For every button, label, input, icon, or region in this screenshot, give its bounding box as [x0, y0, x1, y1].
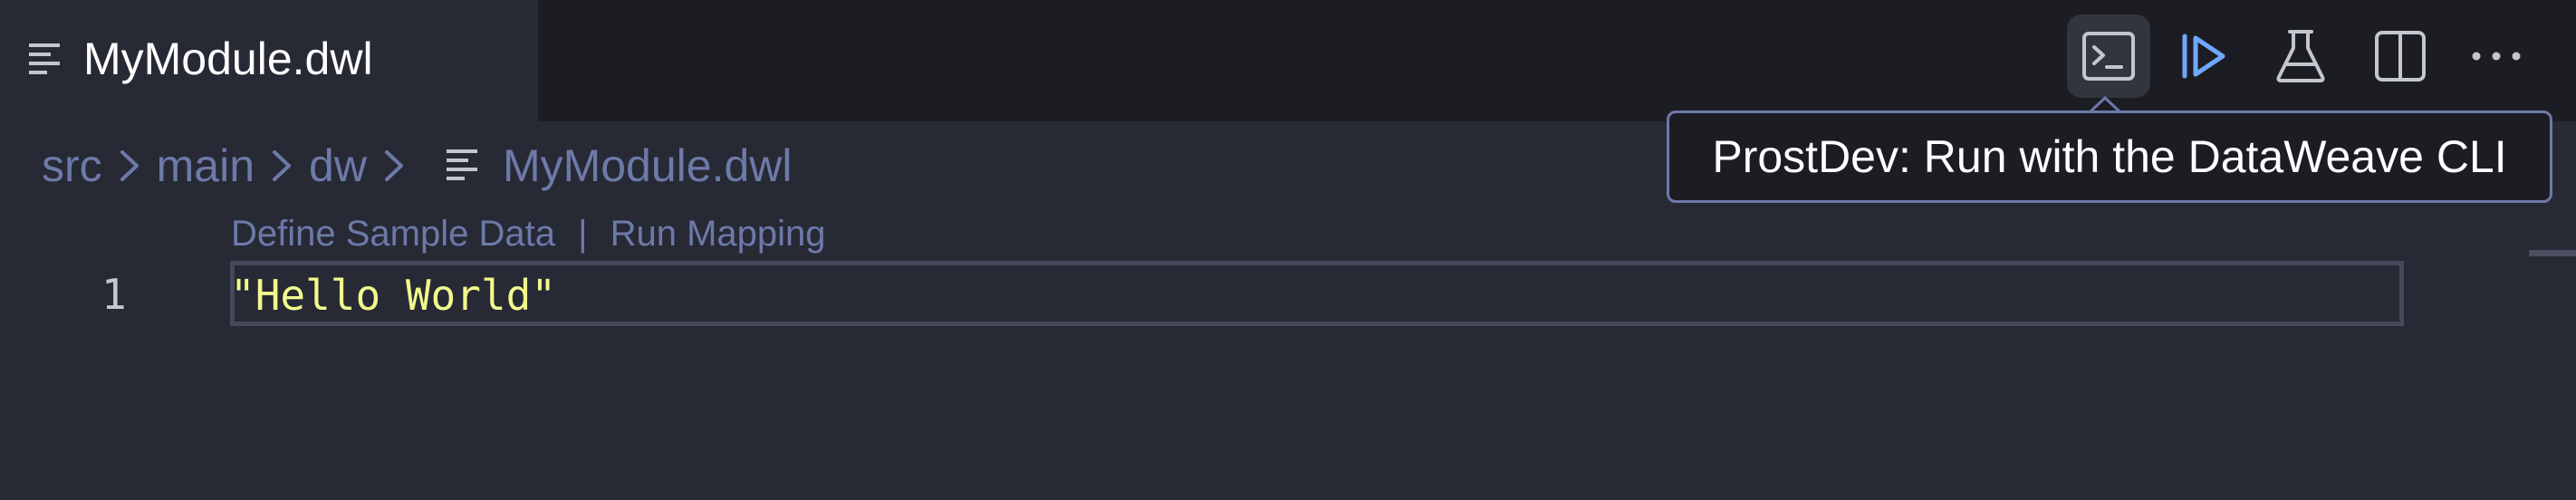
breadcrumb-item-src[interactable]: src [42, 139, 102, 192]
tab-mymodule[interactable]: MyModule.dwl [0, 0, 538, 121]
run-button[interactable] [2161, 14, 2244, 98]
chevron-right-icon [384, 150, 403, 181]
breadcrumb-item-main[interactable]: main [157, 139, 255, 192]
tab-bar: MyModule.dwl [0, 0, 2576, 121]
tooltip: ProstDev: Run with the DataWeave CLI [1667, 111, 2552, 203]
tab-title: MyModule.dwl [83, 34, 373, 84]
run-debug-icon [2182, 34, 2225, 79]
codelens: Define Sample Data | Run Mapping [231, 208, 826, 259]
define-sample-data-link[interactable]: Define Sample Data [231, 208, 555, 259]
breadcrumb-item-dw[interactable]: dw [309, 139, 367, 192]
breadcrumb-file[interactable]: MyModule.dwl [503, 139, 793, 192]
editor-window: MyModule.dwl src main dw MyModule.dwl De… [0, 0, 2576, 500]
tooltip-text: ProstDev: Run with the DataWeave CLI [1712, 131, 2507, 182]
file-lines-icon [29, 43, 60, 74]
file-lines-icon [446, 149, 477, 180]
ellipsis-icon [2472, 52, 2521, 61]
chevron-right-icon [273, 150, 292, 181]
test-button[interactable] [2259, 14, 2342, 98]
split-editor-button[interactable] [2359, 14, 2442, 98]
chevron-right-icon [120, 150, 139, 181]
minimap-slider[interactable] [2529, 250, 2576, 256]
breadcrumb: src main dw MyModule.dwl [42, 134, 793, 197]
split-editor-icon [2375, 31, 2426, 82]
code-line[interactable]: "Hello World" [230, 268, 556, 322]
line-number: 1 [101, 270, 127, 319]
more-actions-button[interactable] [2455, 14, 2538, 98]
flask-icon [2276, 30, 2325, 82]
run-dataweave-cli-button[interactable] [2067, 14, 2150, 98]
codelens-separator: | [578, 214, 588, 254]
terminal-icon [2082, 32, 2135, 81]
run-mapping-link[interactable]: Run Mapping [610, 208, 826, 259]
